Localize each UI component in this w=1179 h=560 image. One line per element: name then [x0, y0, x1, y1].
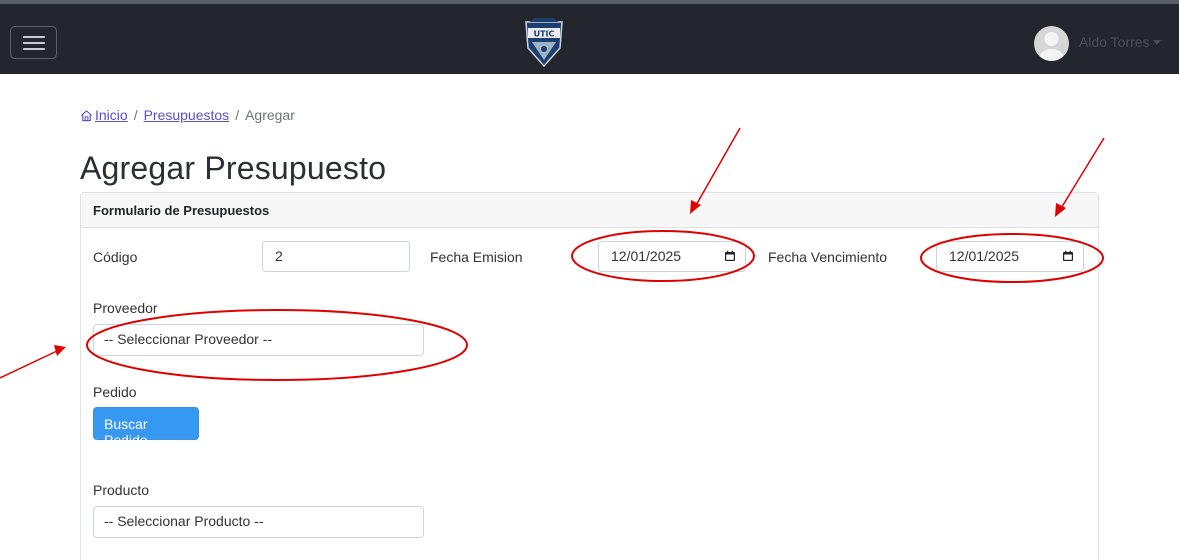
buscar-pedido-button[interactable]: Buscar Pedido [93, 407, 199, 448]
page-title: Agregar Presupuesto [80, 150, 387, 186]
hamburger-line [23, 42, 45, 44]
codigo-label: Código [93, 249, 138, 265]
proveedor-label: Proveedor [93, 300, 158, 316]
user-avatar[interactable] [1034, 26, 1069, 61]
fecha-vencimiento-input[interactable]: 12/01/2025 [936, 241, 1084, 272]
breadcrumb-home-link[interactable]: Inicio [95, 107, 128, 123]
calendar-icon[interactable] [724, 250, 736, 262]
hamburger-line [23, 36, 45, 38]
fecha-emision-value: 12/01/2025 [611, 248, 682, 264]
producto-label: Producto [93, 482, 150, 498]
hamburger-line [23, 48, 45, 50]
fecha-emision-label: Fecha Emision [430, 249, 523, 265]
fecha-emision-input[interactable]: 12/01/2025 [598, 241, 746, 272]
form-card-header: Formulario de Presupuestos [81, 193, 1098, 228]
annotation-arrow [0, 350, 58, 379]
menu-toggle-button[interactable] [10, 26, 57, 59]
breadcrumb-presupuestos-link[interactable]: Presupuestos [144, 107, 230, 123]
user-name[interactable]: Aldo Torres [1079, 34, 1150, 50]
codigo-input[interactable]: 2 [262, 241, 410, 272]
breadcrumb-current: Agregar [245, 107, 295, 123]
breadcrumb-separator: / [235, 107, 240, 123]
proveedor-select[interactable]: -- Seleccionar Proveedor -- [93, 324, 424, 356]
user-dropdown-caret-icon[interactable] [1153, 40, 1161, 45]
top-navbar: UTIC Aldo Torres [0, 0, 1179, 74]
user-avatar-icon [1039, 32, 1064, 61]
calendar-icon[interactable] [1062, 250, 1074, 262]
utic-logo: UTIC [525, 18, 563, 68]
annotation-arrowhead [54, 345, 66, 356]
fecha-vencimiento-label: Fecha Vencimiento [768, 249, 888, 265]
fecha-vencimiento-value: 12/01/2025 [949, 248, 1020, 264]
breadcrumb: Inicio / Presupuestos / Agregar [80, 107, 295, 123]
producto-select[interactable]: -- Seleccionar Producto -- [93, 506, 424, 538]
pedido-label: Pedido [93, 384, 137, 400]
logo-text: UTIC [534, 30, 555, 39]
home-icon [81, 109, 92, 121]
breadcrumb-separator: / [133, 107, 138, 123]
